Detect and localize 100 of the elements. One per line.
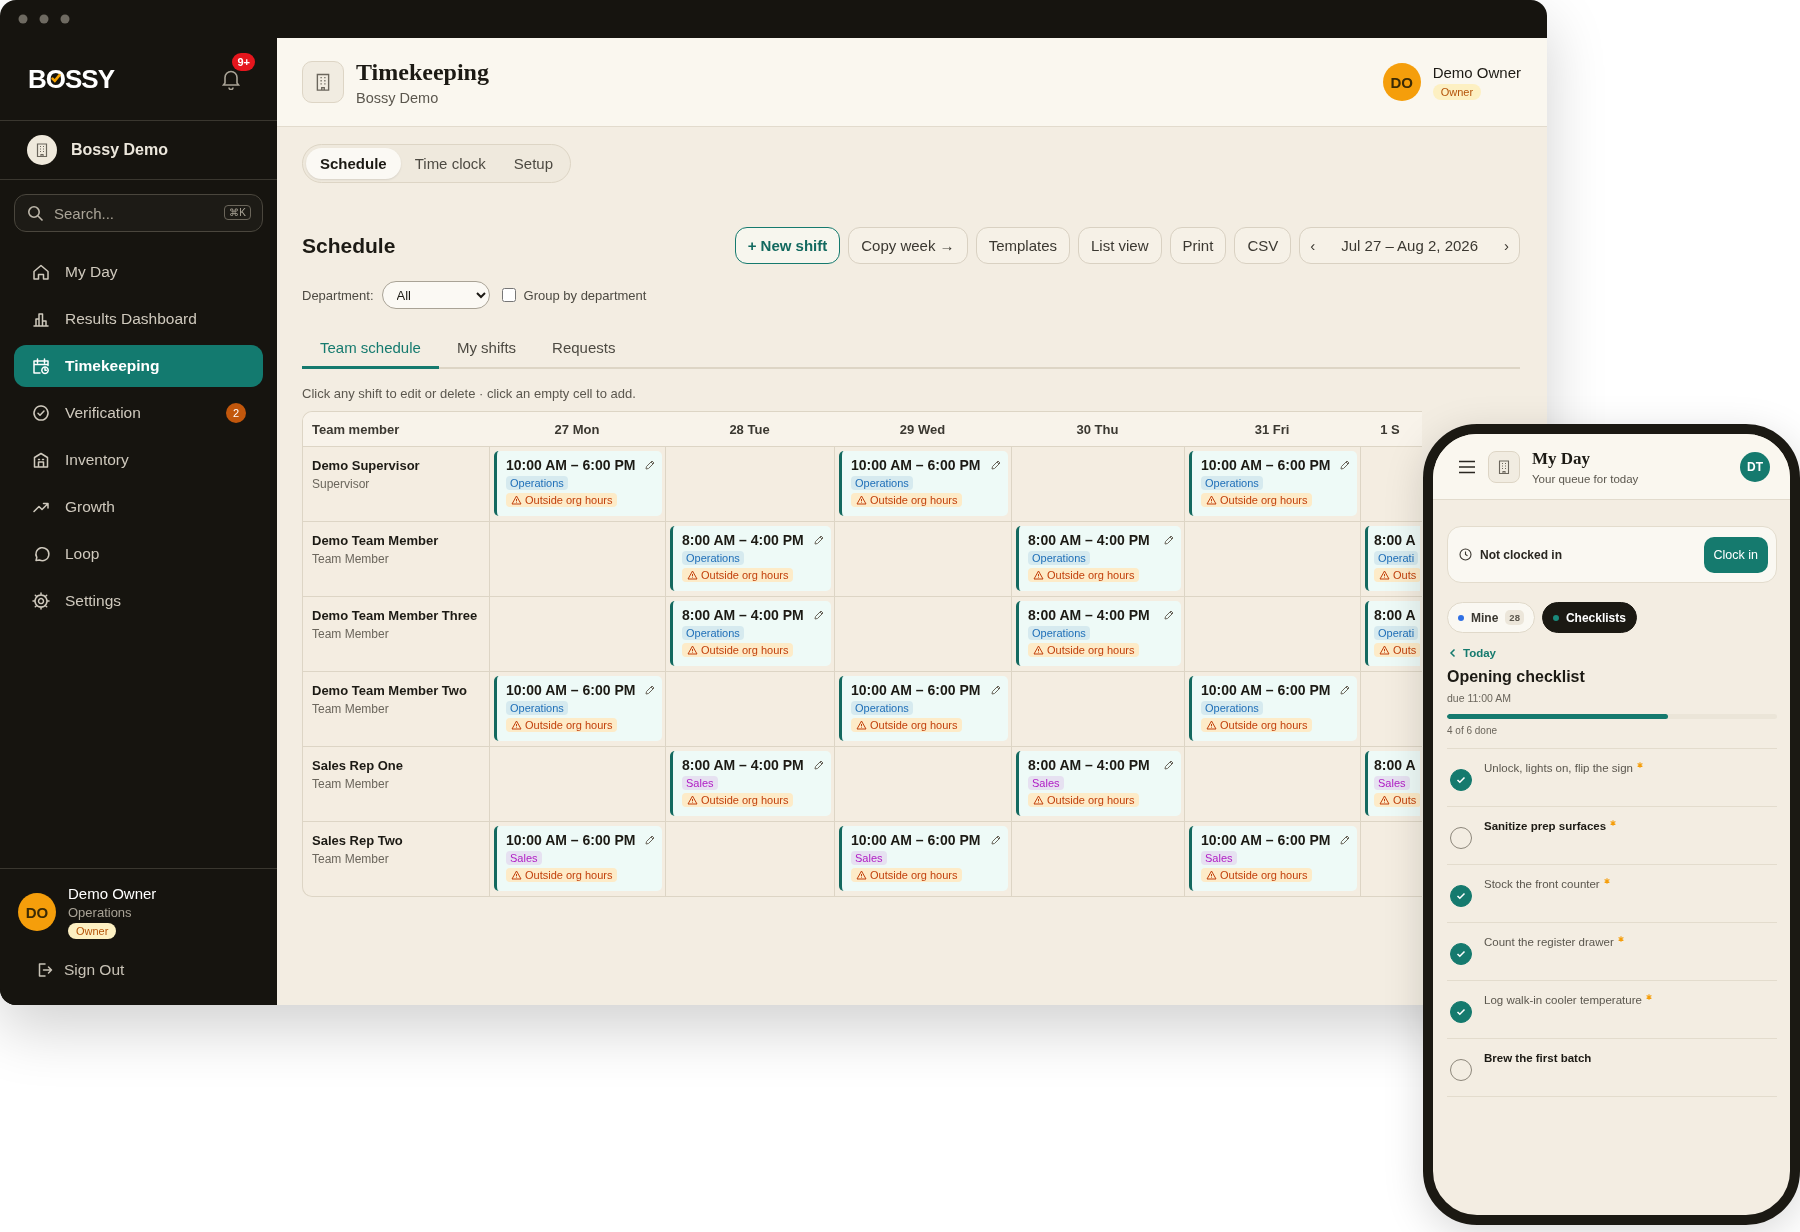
department-select[interactable]: All: [381, 281, 490, 309]
pencil-icon[interactable]: [644, 834, 656, 846]
shift-card[interactable]: 10:00 AM – 6:00 PM Sales Outside org hours: [494, 826, 662, 891]
nav-item[interactable]: Loop: [14, 533, 263, 575]
shift-card[interactable]: 10:00 AM – 6:00 PM Operations Outside org hours: [839, 676, 1008, 741]
shift-card[interactable]: 8:00 AM – 4:00 PM Sales Outside org hours: [670, 751, 831, 816]
checkbox[interactable]: [1450, 1001, 1472, 1023]
nav-item[interactable]: Inventory: [14, 439, 263, 481]
shift-time: 10:00 AM – 6:00 PM: [506, 832, 636, 848]
checkbox[interactable]: [501, 288, 516, 302]
shift-time: 10:00 AM – 6:00 PM: [506, 682, 636, 698]
action-button[interactable]: Print: [1169, 227, 1227, 264]
shift-card[interactable]: 10:00 AM – 6:00 PM Operations Outside org hours: [839, 451, 1008, 516]
pencil-icon[interactable]: [813, 534, 825, 546]
shift-card[interactable]: 10:00 AM – 6:00 PM Sales Outside org hours: [1189, 826, 1357, 891]
nav-item[interactable]: Settings: [14, 580, 263, 622]
checkbox[interactable]: [1450, 885, 1472, 907]
tab[interactable]: My shifts: [438, 331, 535, 369]
shift-card[interactable]: 8:00 AM – 4:00 PM Sales Outside org hours: [1016, 751, 1181, 816]
pencil-icon[interactable]: [990, 834, 1002, 846]
department-tag: Operations: [682, 551, 744, 565]
tab[interactable]: Setup: [499, 148, 567, 179]
action-button[interactable]: Copy week →: [848, 227, 968, 264]
pencil-icon[interactable]: [644, 459, 656, 471]
nav-item[interactable]: Results Dashboard: [14, 298, 263, 340]
avatar[interactable]: DT: [1740, 451, 1770, 482]
checkbox[interactable]: [1450, 943, 1472, 965]
home-icon: [31, 262, 51, 282]
avatar[interactable]: DO: [1382, 63, 1421, 101]
shift-card[interactable]: 10:00 AM – 6:00 PM Sales Outside org hours: [839, 826, 1008, 891]
window-controls-icon[interactable]: [18, 14, 70, 24]
member-role: Team Member: [312, 852, 390, 866]
shift-card[interactable]: 8:00 AM – 4:00 PM Operations Outside org hours: [670, 526, 831, 591]
tab[interactable]: Team schedule: [302, 331, 439, 369]
warning-icon: [1033, 645, 1044, 655]
pencil-icon[interactable]: [1163, 534, 1175, 546]
filter-chip[interactable]: Checklists: [1541, 602, 1637, 633]
shift-card[interactable]: 8:00 AM – 4:00 PM Operations Outside org hours: [1016, 526, 1181, 591]
pencil-icon[interactable]: [813, 759, 825, 771]
pencil-icon[interactable]: [1163, 609, 1175, 621]
calendar-icon: [31, 356, 51, 376]
item-label: Stock the front counter: [1484, 878, 1600, 890]
clock-in-button[interactable]: Clock in: [1703, 536, 1768, 573]
shift-card[interactable]: 8:00 AM – 4:00 PM Operations Outside org hours: [1016, 601, 1181, 666]
warning-text: Outside org hours: [701, 569, 789, 581]
avatar: DO: [18, 893, 56, 931]
notification-badge: 9+: [232, 53, 255, 71]
nav-item[interactable]: Growth: [14, 486, 263, 528]
shift-time: 10:00 AM – 6:00 PM: [506, 457, 636, 473]
shift-card[interactable]: 8:00 A Operati Outs: [1365, 601, 1420, 666]
nav-item[interactable]: My Day: [14, 251, 263, 293]
shift-time: 10:00 AM – 6:00 PM: [851, 457, 981, 473]
next-button[interactable]: ›: [1498, 237, 1515, 254]
department-tag: Sales: [851, 851, 887, 865]
pencil-icon[interactable]: [990, 459, 1002, 471]
filter-chip[interactable]: Mine 28: [1447, 602, 1535, 633]
department-tag: Operati: [1374, 626, 1419, 640]
tab[interactable]: Time clock: [400, 148, 500, 179]
action-button[interactable]: + New shift: [734, 227, 841, 264]
warning-text: Outside org hours: [701, 794, 789, 806]
shift-card[interactable]: 10:00 AM – 6:00 PM Operations Outside org hours: [494, 676, 662, 741]
nav-item[interactable]: Timekeeping: [14, 345, 263, 387]
nav-item[interactable]: Verification 2: [14, 392, 263, 434]
pencil-icon[interactable]: [1339, 459, 1351, 471]
sign-out-button[interactable]: Sign Out: [36, 961, 125, 979]
action-button[interactable]: List view: [1078, 227, 1162, 264]
shift-card[interactable]: 8:00 A Sales Outs: [1365, 751, 1420, 816]
sign-out-icon: [36, 961, 54, 979]
shift-card[interactable]: 10:00 AM – 6:00 PM Operations Outside org hours: [1189, 451, 1357, 516]
checkbox[interactable]: [1450, 769, 1472, 791]
menu-icon[interactable]: [1458, 459, 1476, 474]
department-tag: Operations: [1028, 551, 1090, 565]
shift-time: 8:00 AM – 4:00 PM: [682, 757, 804, 773]
tab[interactable]: Schedule: [306, 148, 401, 179]
shift-time: 8:00 A: [1374, 757, 1416, 773]
pencil-icon[interactable]: [644, 684, 656, 696]
shift-card[interactable]: 10:00 AM – 6:00 PM Operations Outside org hours: [1189, 676, 1357, 741]
shift-card[interactable]: 8:00 AM – 4:00 PM Operations Outside org hours: [670, 601, 831, 666]
pencil-icon[interactable]: [1339, 684, 1351, 696]
pencil-icon[interactable]: [813, 609, 825, 621]
warning-icon: [511, 495, 522, 505]
shift-card[interactable]: 8:00 A Operati Outs: [1365, 526, 1420, 591]
pencil-icon[interactable]: [1163, 759, 1175, 771]
action-button[interactable]: CSV: [1234, 227, 1292, 264]
warning-text: Outs: [1393, 644, 1417, 656]
tab[interactable]: Requests: [534, 331, 634, 369]
action-button[interactable]: Templates: [975, 227, 1070, 264]
department-tag: Sales: [682, 776, 718, 790]
shift-card[interactable]: 10:00 AM – 6:00 PM Operations Outside org hours: [494, 451, 662, 516]
warning-text: Outside org hours: [870, 719, 958, 731]
pencil-icon[interactable]: [1339, 834, 1351, 846]
member-role: Supervisor: [312, 477, 371, 491]
department-tag: Operations: [506, 701, 568, 715]
back-link[interactable]: Today: [1447, 647, 1496, 659]
user-name: Demo Owner: [68, 885, 157, 902]
pencil-icon[interactable]: [990, 684, 1002, 696]
warning-text: Outside org hours: [525, 494, 613, 506]
department-tag: Operations: [682, 626, 744, 640]
previous-button[interactable]: ‹: [1304, 237, 1322, 254]
workspace-name: Bossy Demo: [71, 141, 168, 159]
